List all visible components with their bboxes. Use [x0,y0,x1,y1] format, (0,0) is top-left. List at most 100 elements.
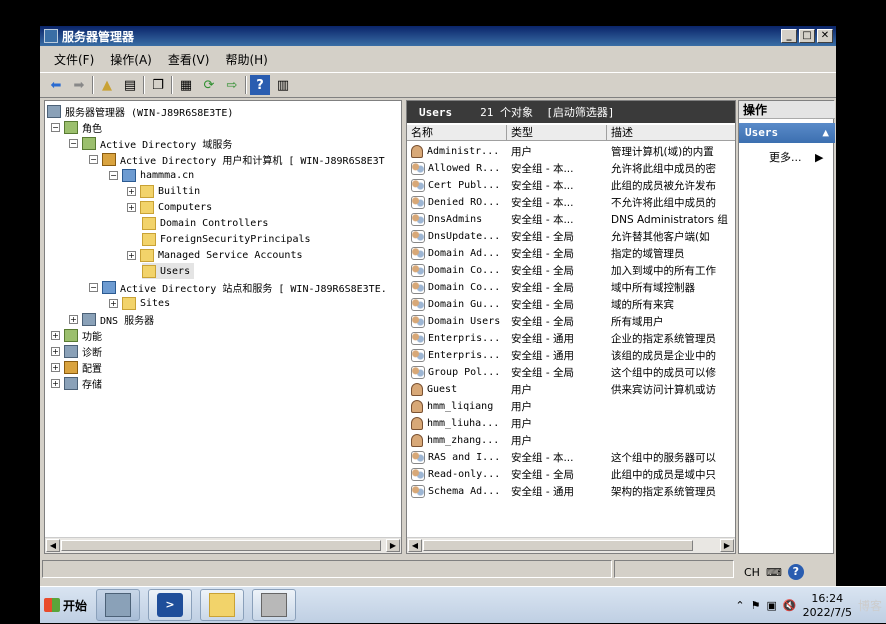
export-icon[interactable]: ⇨ [222,75,242,95]
list-item[interactable]: hmm_liqiang 用户 [407,398,735,415]
list-item[interactable]: Denied RO... 安全组 - 本... 不允许将此组中成员的 [407,194,735,211]
menu-help[interactable]: 帮助(H) [217,51,275,68]
list-item[interactable]: DnsAdmins 安全组 - 本... DNS Administrators 组 [407,211,735,228]
column-header-name[interactable]: 名称 [407,125,507,141]
taskbar-powershell[interactable]: > [148,589,192,621]
list-item[interactable]: Enterpris... 安全组 - 通用 该组的成员是企业中的 [407,347,735,364]
tree-item-domain-controllers[interactable]: Domain Controllers [142,215,268,231]
expand-icon[interactable]: + [51,346,60,356]
tree-item-domain[interactable]: − hammma.cn [109,167,194,183]
list-item[interactable]: Administr... 用户 管理计算机(域)的内置 [407,143,735,160]
properties-icon[interactable]: ▦ [176,75,196,95]
list-item[interactable]: RAS and I... 安全组 - 本... 这个组中的服务器可以 [407,449,735,466]
taskbar-admin-tools[interactable] [252,589,296,621]
tree-horizontal-scrollbar[interactable]: ◀ ▶ [45,537,401,553]
expand-icon[interactable]: + [51,362,60,372]
start-button[interactable]: 开始 [40,591,90,619]
tree-item-msa[interactable]: + Managed Service Accounts [127,247,303,263]
refresh-icon[interactable]: ⟳ [199,75,219,95]
expand-icon[interactable]: + [51,378,60,388]
list-item[interactable]: Read-only... 安全组 - 全局 此组中的成员是域中只 [407,466,735,483]
tree-item-computers[interactable]: + Computers [127,199,212,215]
list-item[interactable]: Schema Ad... 安全组 - 通用 架构的指定系统管理员 [407,483,735,500]
expand-icon[interactable]: + [51,330,60,340]
tree-item-dns[interactable]: + DNS 服务器 [69,311,154,327]
scroll-right-icon[interactable]: ▶ [386,539,400,552]
domain-icon [122,168,136,182]
network-icon[interactable]: ▣ [766,599,776,612]
list-item[interactable]: Domain Ad... 安全组 - 全局 指定的域管理员 [407,245,735,262]
list-item[interactable]: Domain Co... 安全组 - 全局 加入到域中的所有工作 [407,262,735,279]
tree-item-users[interactable]: Users [142,263,195,279]
show-tree-icon[interactable]: ▤ [120,75,140,95]
menu-action[interactable]: 操作(A) [102,51,160,68]
list-item[interactable]: Guest 用户 供来宾访问计算机或访 [407,381,735,398]
help-icon[interactable]: ? [787,564,804,580]
scroll-thumb[interactable] [423,540,693,551]
keyboard-icon[interactable]: ⌨ [766,566,782,579]
action-center-flag-icon[interactable]: ⚑ [751,599,761,612]
list-item[interactable]: Enterpris... 安全组 - 通用 企业的指定系统管理员 [407,330,735,347]
expand-icon[interactable]: + [127,186,136,196]
collapse-icon[interactable]: − [89,282,98,292]
volume-muted-icon[interactable]: 🔇 [783,599,797,612]
close-button[interactable]: ✕ [817,29,833,43]
tree-item-sites[interactable]: + Sites [109,295,170,311]
show-action-pane-icon[interactable]: ▥ [273,75,293,95]
expand-icon[interactable]: + [109,298,118,308]
tree-item-diagnostics[interactable]: + 诊断 [51,343,102,359]
taskbar-explorer[interactable] [200,589,244,621]
collapse-icon[interactable]: − [89,154,98,164]
scroll-left-icon[interactable]: ◀ [46,539,60,552]
list-item[interactable]: DnsUpdate... 安全组 - 全局 允许替其他客户端(如 [407,228,735,245]
list-item[interactable]: Domain Gu... 安全组 - 全局 域的所有来宾 [407,296,735,313]
help-icon[interactable]: ? [250,75,270,95]
forward-icon[interactable]: ➡ [69,75,89,95]
list-item[interactable]: Group Pol... 安全组 - 全局 这个组中的成员可以修 [407,364,735,381]
scroll-left-icon[interactable]: ◀ [408,539,422,552]
copy-icon[interactable]: ❐ [148,75,168,95]
tree-item-fsp[interactable]: ForeignSecurityPrincipals [142,231,311,247]
expand-icon[interactable]: + [127,202,136,212]
more-actions-link[interactable]: 更多... ▶ [769,149,823,165]
list-item[interactable]: hmm_zhang... 用户 [407,432,735,449]
tree-item-builtin[interactable]: + Builtin [127,183,200,199]
actions-section-users[interactable]: Users ▲ [739,123,835,143]
collapse-icon[interactable]: − [69,138,78,148]
list-item[interactable]: Domain Co... 安全组 - 全局 域中所有域控制器 [407,279,735,296]
tree-item-configuration[interactable]: + 配置 [51,359,102,375]
collapse-icon[interactable]: − [51,122,60,132]
list-item[interactable]: Domain Users 安全组 - 全局 所有域用户 [407,313,735,330]
menu-view[interactable]: 查看(V) [160,51,218,68]
list-item[interactable]: Allowed R... 安全组 - 本... 允许将此组中成员的密 [407,160,735,177]
list-item[interactable]: hmm_liuha... 用户 [407,415,735,432]
show-hidden-icons[interactable]: ⌃ [735,599,744,612]
tree-item-root[interactable]: 服务器管理器 (WIN-J89R6S8E3TE) [47,103,233,119]
scroll-thumb[interactable] [61,540,381,551]
tree-item-ad-ss[interactable]: − Active Directory 站点和服务 [ WIN-J89R6S8E3… [89,279,387,295]
expand-icon[interactable]: + [127,250,136,260]
collapse-up-icon[interactable]: ▲ [822,123,829,143]
list-horizontal-scrollbar[interactable]: ◀ ▶ [407,537,735,553]
column-header-type[interactable]: 类型 [507,125,607,141]
scroll-right-icon[interactable]: ▶ [720,539,734,552]
back-icon[interactable]: ⬅ [46,75,66,95]
minimize-button[interactable]: _ [781,29,797,43]
tree-item-storage[interactable]: + 存储 [51,375,102,391]
maximize-button[interactable]: □ [799,29,815,43]
clock[interactable]: 16:24 2022/7/5 [803,592,852,620]
item-name: Enterpris... [428,350,501,361]
column-header-description[interactable]: 描述 [607,125,735,141]
collapse-icon[interactable]: − [109,170,118,180]
menu-file[interactable]: 文件(F) [46,51,102,68]
expand-icon[interactable]: + [69,314,78,324]
list-item[interactable]: Cert Publ... 安全组 - 本... 此组的成员被允许发布 [407,177,735,194]
input-language[interactable]: CH [744,566,760,579]
title-bar[interactable]: 服务器管理器 _ □ ✕ [40,26,836,46]
tree-item-ad-uc[interactable]: − Active Directory 用户和计算机 [ WIN-J89R6S8E… [89,151,385,167]
tree-item-ad-ds[interactable]: − Active Directory 域服务 [69,135,232,151]
tree-item-roles[interactable]: − 角色 [51,119,102,135]
up-folder-icon[interactable]: ▲ [97,75,117,95]
tree-item-features[interactable]: + 功能 [51,327,102,343]
taskbar-server-manager[interactable] [96,589,140,621]
